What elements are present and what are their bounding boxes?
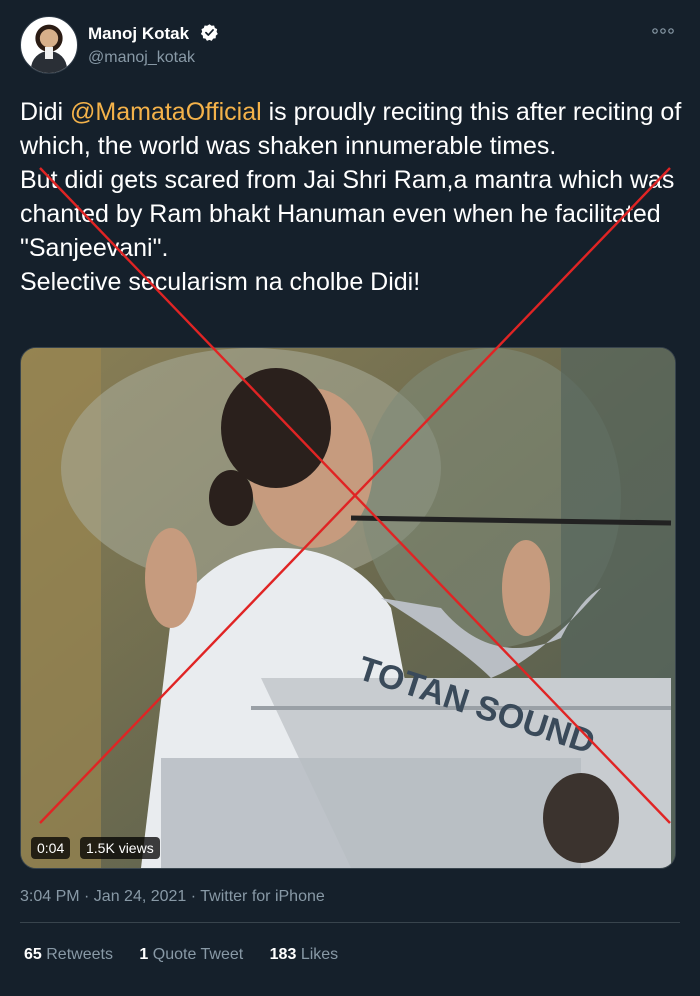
more-options-icon[interactable] (652, 26, 674, 36)
likes-label: Likes (300, 946, 339, 963)
author-name[interactable]: Manoj Kotak (88, 24, 189, 44)
engagement-stats: 65 Retweets 1 Quote Tweet 183 Likes (24, 946, 360, 964)
video-player[interactable]: TOTAN SOUND 0:04 1.5K views (20, 347, 676, 869)
likes-stat[interactable]: 183 Likes (270, 946, 339, 964)
retweets-label: Retweets (46, 946, 113, 963)
quote-label: Quote Tweet (152, 946, 244, 963)
author-handle[interactable]: @manoj_kotak (88, 49, 219, 67)
likes-count: 183 (269, 946, 297, 963)
tweet-header: Manoj Kotak @manoj_kotak (20, 16, 680, 76)
tweet-text-start: Didi (20, 98, 71, 126)
tweet-card: Manoj Kotak @manoj_kotak Didi @MamataOff… (0, 0, 700, 996)
retweets-stat[interactable]: 65 Retweets (24, 946, 113, 964)
quote-tweets-stat[interactable]: 1 Quote Tweet (139, 946, 243, 964)
tweet-timestamp[interactable]: 3:04 PM · Jan 24, 2021 · Twitter for iPh… (20, 888, 325, 906)
verified-badge-icon (200, 24, 218, 41)
tweet-text-rest: is proudly reciting this after reciting … (20, 98, 682, 296)
author-block[interactable]: Manoj Kotak @manoj_kotak (88, 23, 219, 67)
video-views: 1.5K views (80, 837, 160, 859)
video-duration: 0:04 (31, 837, 71, 859)
mention-link[interactable]: @MamataOfficial (70, 98, 262, 126)
tweet-text: Didi @MamataOfficial is proudly reciting… (20, 95, 684, 299)
quote-count: 1 (139, 946, 149, 963)
retweets-count: 65 (24, 946, 42, 963)
avatar[interactable] (20, 16, 78, 74)
divider (20, 922, 680, 923)
video-frame: TOTAN SOUND (21, 348, 675, 868)
